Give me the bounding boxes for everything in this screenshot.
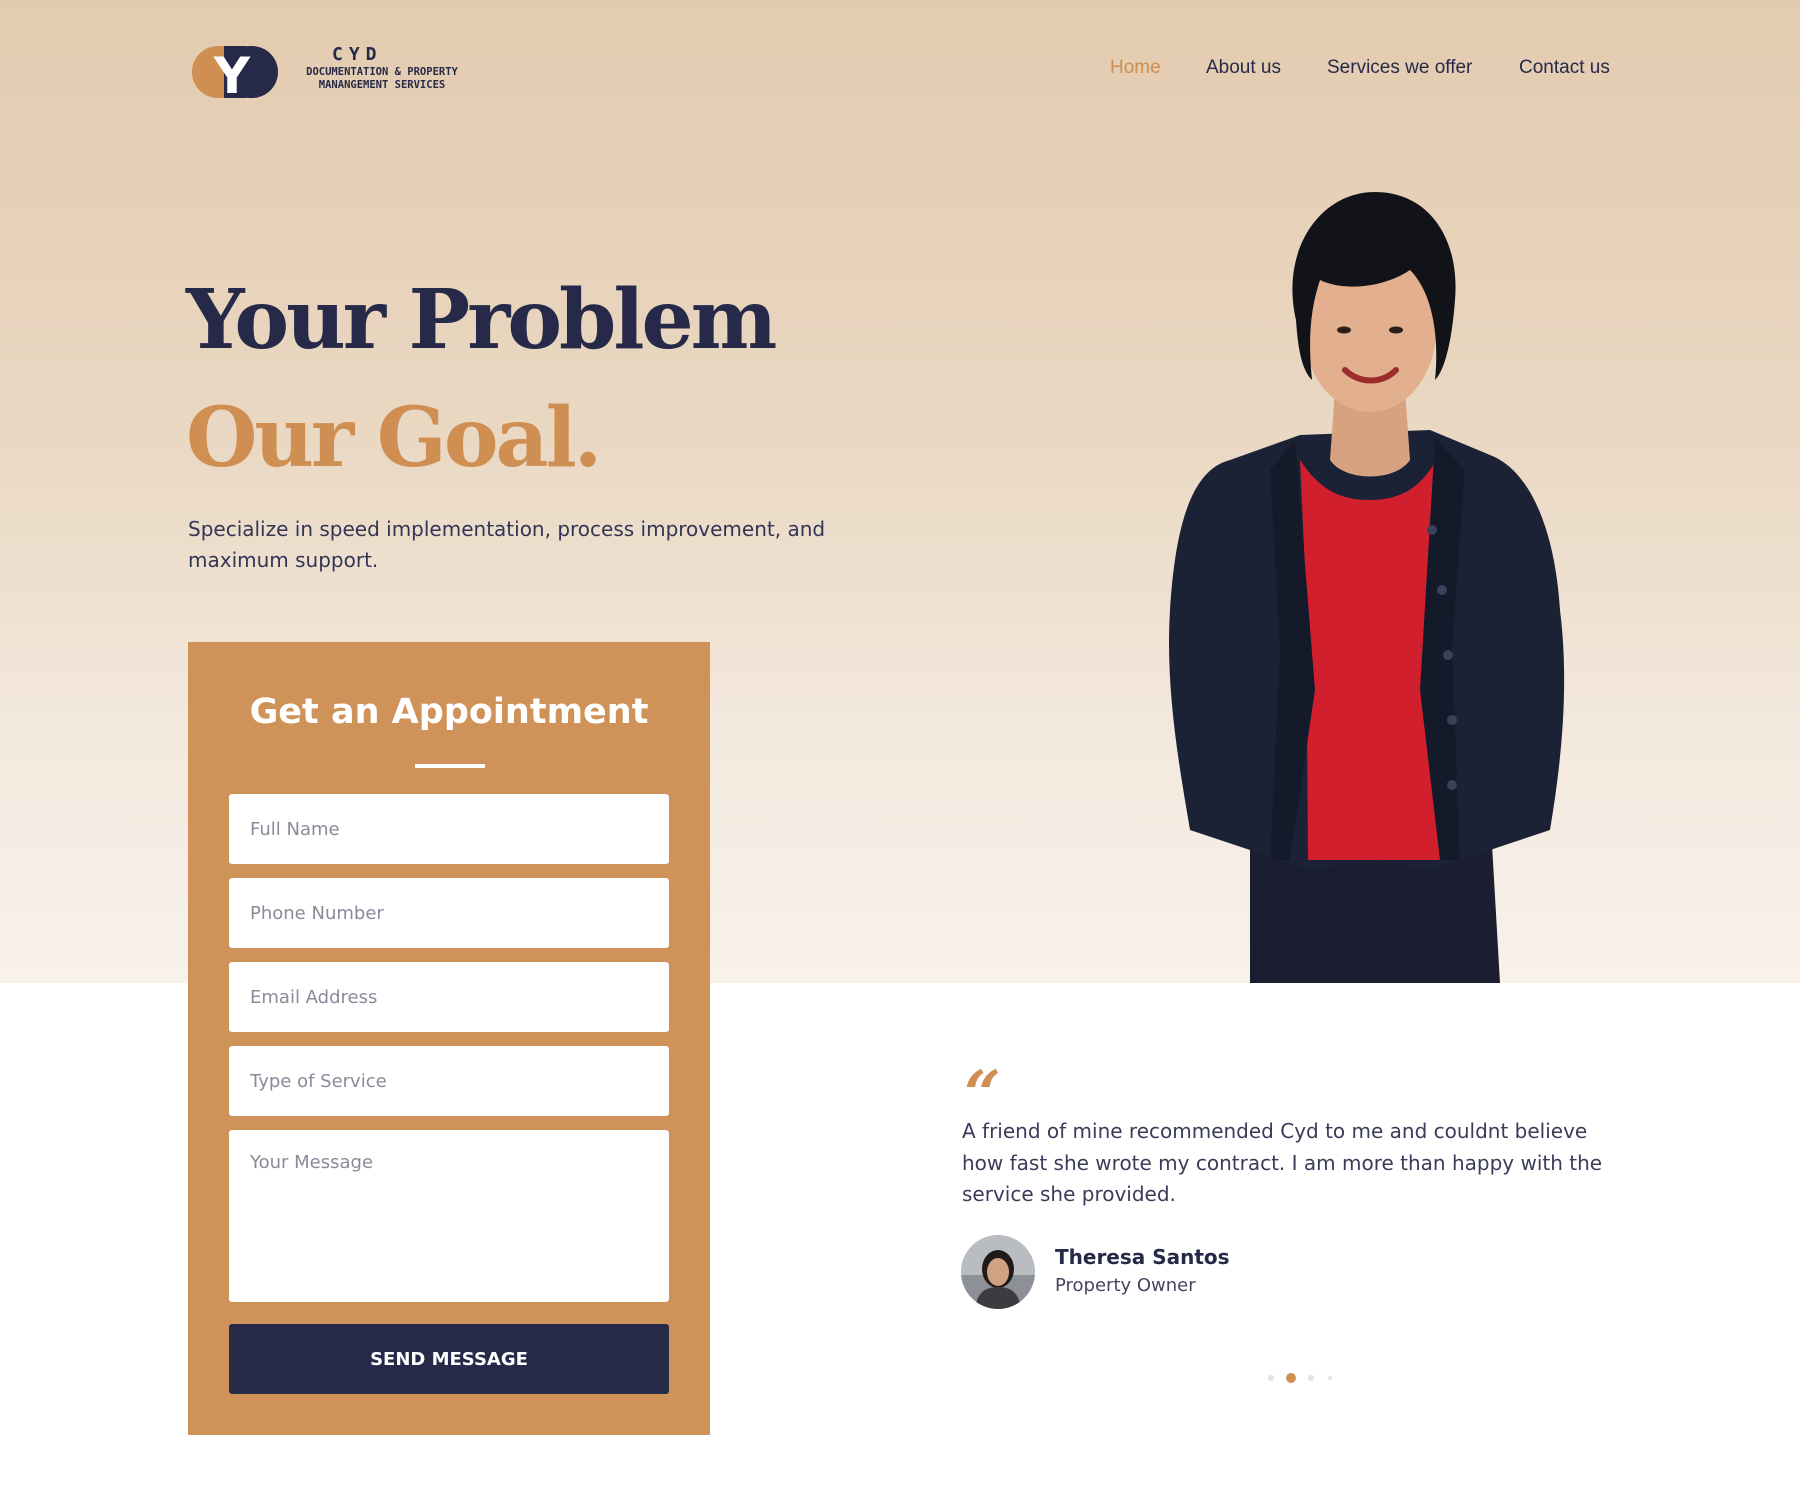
full-name-input[interactable] [229,794,669,864]
phone-number-input[interactable] [229,878,669,948]
hero-description: Specialize in speed implementation, proc… [188,517,826,572]
service-type-input[interactable] [229,1046,669,1116]
form-title-divider [415,764,485,768]
send-message-button[interactable]: SEND MESSAGE [229,1324,669,1394]
testimonial-text: A friend of mine recommended Cyd to me a… [962,1119,1603,1206]
form-title: Get an Appointment [249,692,649,732]
testimonial-author-name: Theresa Santos [1055,1245,1230,1269]
nav-about-us[interactable]: About us [1206,57,1281,79]
slider-dot-1[interactable] [1268,1375,1274,1381]
testimonial-slider-dots [1262,1371,1342,1385]
testimonial-author-role: Property Owner [1055,1275,1196,1296]
email-address-input[interactable] [229,962,669,1032]
hero-portrait-image [1169,192,1565,983]
hero-heading-line1: Your Problem [186,272,777,368]
hero-heading-line2: Our Goal. [186,390,602,486]
message-textarea[interactable] [229,1130,669,1302]
nav-contact-us[interactable]: Contact us [1519,57,1610,79]
avatar-photo [961,1235,1035,1309]
nav-home[interactable]: Home [1110,57,1161,79]
slider-dot-3[interactable] [1308,1375,1314,1381]
main-nav: Home About us Services we offer Contact … [0,57,1800,87]
nav-services[interactable]: Services we offer [1327,57,1472,79]
slider-dot-4[interactable] [1328,1376,1332,1380]
appointment-form: Get an Appointment SEND MESSAGE [188,642,710,1435]
avatar [961,1235,1035,1309]
slider-dot-2-active[interactable] [1286,1373,1296,1383]
